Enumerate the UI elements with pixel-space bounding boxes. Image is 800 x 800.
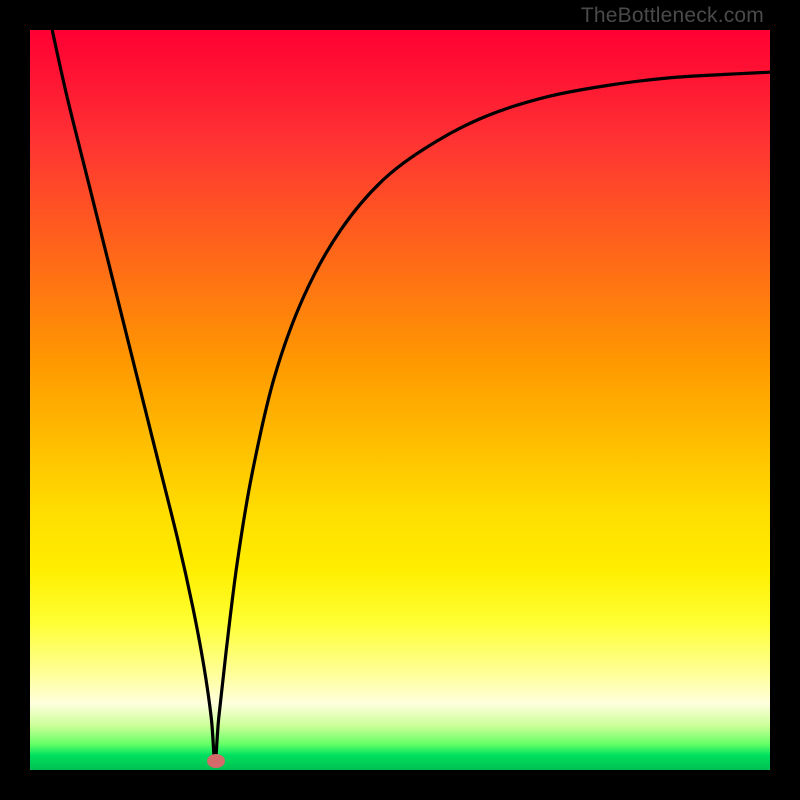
curve-svg xyxy=(30,30,770,770)
plot-area xyxy=(30,30,770,770)
chart-frame: TheBottleneck.com xyxy=(0,0,800,800)
watermark-text: TheBottleneck.com xyxy=(581,4,764,28)
min-marker xyxy=(207,754,225,768)
bottleneck-curve xyxy=(52,30,770,763)
